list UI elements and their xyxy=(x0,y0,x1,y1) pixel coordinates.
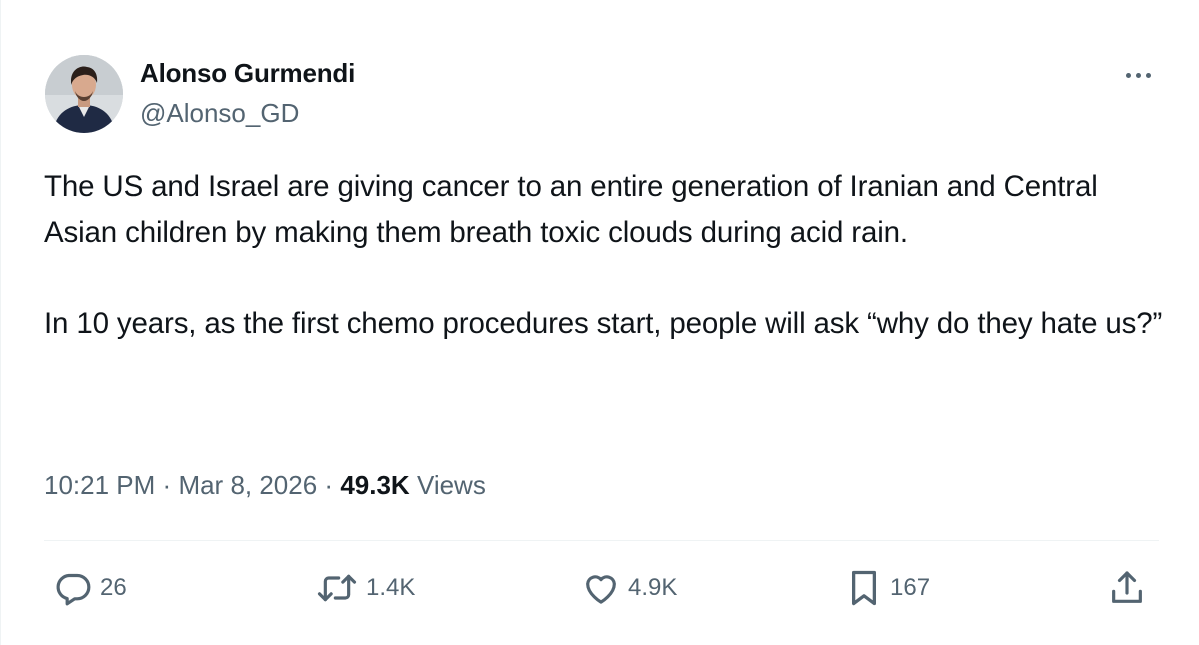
tweet-card: Alonso Gurmendi @Alonso_GD The US and Is… xyxy=(0,0,1199,645)
bookmark-icon xyxy=(845,567,883,609)
reply-count: 26 xyxy=(100,574,127,601)
views-count: 49.3K xyxy=(340,470,410,500)
avatar[interactable] xyxy=(45,55,123,133)
tweet-date[interactable]: Mar 8, 2026 xyxy=(178,470,317,500)
tweet-paragraph-1: The US and Israel are giving cancer to a… xyxy=(44,170,1105,249)
bookmark-count: 167 xyxy=(890,574,931,601)
share-icon xyxy=(1107,567,1147,609)
repost-icon xyxy=(315,568,359,608)
repost-button[interactable]: 1.4K xyxy=(315,566,415,610)
reply-icon xyxy=(53,568,93,608)
like-count: 4.9K xyxy=(628,574,678,601)
user-handle[interactable]: @Alonso_GD xyxy=(140,98,299,129)
like-button[interactable]: 4.9K xyxy=(581,566,677,610)
tweet-paragraph-2: In 10 years, as the first chemo procedur… xyxy=(44,306,1163,340)
divider xyxy=(44,540,1159,541)
avatar-image xyxy=(45,55,123,133)
heart-icon xyxy=(581,568,621,608)
tweet-time[interactable]: 10:21 PM xyxy=(44,470,155,500)
views-label: Views xyxy=(416,470,486,500)
meta-separator: · xyxy=(162,470,172,500)
more-horizontal-icon[interactable] xyxy=(1118,62,1158,88)
reply-button[interactable]: 26 xyxy=(53,566,127,610)
tweet-text: The US and Israel are giving cancer to a… xyxy=(44,164,1164,346)
meta-separator: · xyxy=(324,470,334,500)
bookmark-button[interactable]: 167 xyxy=(845,566,930,610)
share-button[interactable] xyxy=(1107,566,1147,610)
tweet-meta: 10:21 PM · Mar 8, 2026 · 49.3K Views xyxy=(44,470,486,501)
display-name[interactable]: Alonso Gurmendi xyxy=(140,58,355,89)
repost-count: 1.4K xyxy=(366,574,416,601)
